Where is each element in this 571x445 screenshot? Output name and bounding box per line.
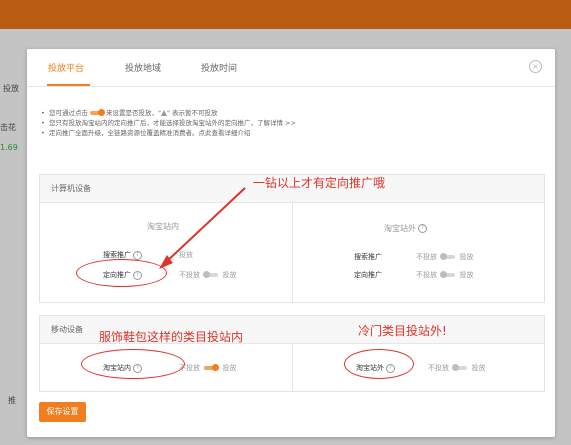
settings-modal: 投放平台 投放地域 投放时间 × • 您可通过点击 来设置是否投放，" " 表示暂不…	[27, 49, 555, 437]
bg-percent: 1.69	[0, 143, 18, 152]
bg-link-text: 击花	[0, 123, 16, 132]
highlight-ellipse	[81, 349, 185, 379]
highlight-ellipse	[344, 349, 414, 379]
bg-tab-label: 投放	[3, 84, 19, 93]
bg-bottom-char: 推	[8, 396, 16, 405]
highlight-ellipse	[76, 259, 167, 287]
save-settings-button[interactable]: 保存设置	[39, 402, 86, 422]
top-bar	[0, 0, 571, 29]
annotation-arrow	[159, 187, 246, 269]
